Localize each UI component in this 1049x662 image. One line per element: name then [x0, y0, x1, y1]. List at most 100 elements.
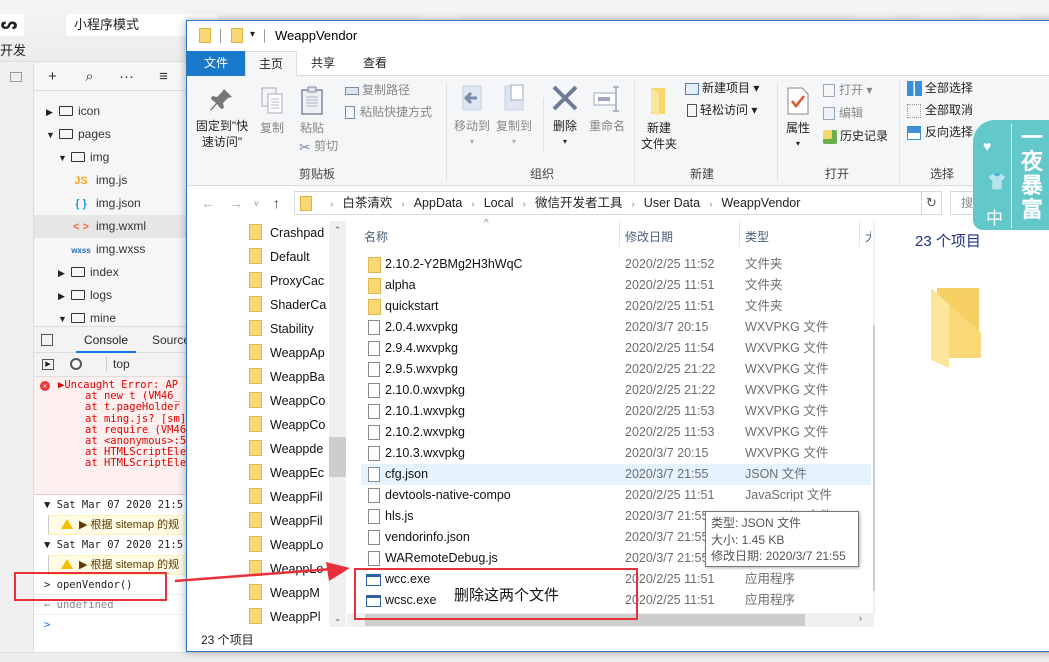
file-row[interactable]: 2.10.2-Y2BMg2H3hWqC 2020/2/25 11:52 文件夹 — [361, 254, 871, 275]
expanded-arrow-icon[interactable]: ▼ — [58, 147, 68, 170]
up-button[interactable]: ↑ — [273, 195, 280, 211]
context-select[interactable]: top — [106, 357, 130, 371]
select-all-button[interactable]: 全部选择 — [907, 80, 973, 97]
sidebar-toggle-icon[interactable]: ▶ — [42, 359, 54, 370]
breadcrumb-separator-icon[interactable]: › — [709, 199, 712, 210]
copy-to-button[interactable]: 复制到 ▾ — [494, 84, 534, 150]
column-separator[interactable] — [619, 221, 620, 247]
scroll-up-icon[interactable]: ⌃ — [329, 225, 346, 236]
tree-item[interactable]: ▶ index — [34, 261, 186, 284]
nav-folder-item[interactable]: Crashpad — [249, 221, 327, 245]
easy-access-button[interactable]: 轻松访问 ▾ — [685, 102, 757, 118]
clear-console-icon[interactable] — [70, 358, 82, 370]
nav-folder-item[interactable]: WeappPl — [249, 605, 327, 629]
nav-folder-item[interactable]: WeappFil — [249, 509, 327, 533]
file-row[interactable]: 2.9.5.wxvpkg 2020/2/25 21:22 WXVPKG 文件 — [361, 359, 871, 380]
breadcrumb-item[interactable]: Local — [484, 196, 514, 210]
nav-folder-item[interactable]: WeappLo — [249, 533, 327, 557]
error-stack-line[interactable]: ▶Uncaught Error: AP — [34, 380, 186, 391]
file-row[interactable]: cfg.json 2020/3/7 21:55 JSON 文件 — [361, 464, 871, 485]
column-size[interactable]: 大 — [865, 228, 871, 245]
nav-folder-item[interactable]: Stability — [249, 317, 327, 341]
collapse-icon[interactable]: ≡ — [145, 68, 182, 85]
tree-item[interactable]: JS img.js — [34, 169, 186, 192]
scroll-down-icon[interactable]: ⌄ — [329, 613, 346, 624]
history-button[interactable]: 历史记录 — [823, 128, 888, 144]
nav-folder-item[interactable]: WeappCo — [249, 389, 327, 413]
file-row[interactable]: 2.10.3.wxvpkg 2020/3/7 20:15 WXVPKG 文件 — [361, 443, 871, 464]
select-none-button[interactable]: 全部取消 — [907, 102, 973, 118]
tree-item[interactable]: ▶ icon — [34, 100, 186, 123]
new-folder-button[interactable]: 新建 文件夹 — [639, 86, 679, 152]
forward-button[interactable]: → — [229, 195, 243, 211]
breadcrumb-separator-icon[interactable]: › — [471, 199, 474, 210]
tree-item[interactable]: < > img.wxml — [34, 215, 186, 238]
nav-folder-item[interactable]: Default — [249, 245, 327, 269]
tab-file[interactable]: 文件 — [187, 51, 245, 76]
scroll-right-icon[interactable]: › — [852, 613, 869, 623]
breadcrumb-item[interactable]: WeappVendor — [721, 196, 800, 210]
paste-button[interactable]: 粘贴 — [297, 86, 327, 136]
address-bar[interactable]: › 白茶清欢 › AppData › Local › 微信开发者工具 › User Data › We… — [294, 191, 1022, 215]
column-type[interactable]: 类型 — [745, 228, 769, 245]
nav-folder-item[interactable]: ShaderCa — [249, 293, 327, 317]
breadcrumb-item[interactable]: User Data — [644, 196, 700, 210]
customize-quick-access-icon[interactable]: ▾ — [250, 29, 255, 40]
collapsed-arrow-icon[interactable]: ▶ — [58, 262, 68, 285]
new-item-button[interactable]: 新建项目 ▾ — [685, 80, 759, 96]
breadcrumb-item[interactable]: 微信开发者工具 — [535, 196, 623, 210]
column-name[interactable]: 名称 — [364, 228, 388, 245]
breadcrumb-separator-icon[interactable]: › — [631, 199, 634, 210]
invert-selection-button[interactable]: 反向选择 — [907, 124, 973, 140]
breadcrumb-separator-icon[interactable]: › — [401, 199, 404, 210]
breadcrumb-separator-icon[interactable]: › — [330, 199, 333, 210]
nav-folder-item[interactable]: WeappEc — [249, 461, 327, 485]
nav-folder-item[interactable]: Weappde — [249, 437, 327, 461]
search-icon[interactable]: ⌕ — [71, 68, 108, 85]
collapsed-arrow-icon[interactable]: ▶ — [46, 101, 56, 124]
file-row[interactable]: 2.10.1.wxvpkg 2020/2/25 11:53 WXVPKG 文件 — [361, 401, 871, 422]
file-row[interactable]: devtools-native-compo 2020/2/25 11:51 Java… — [361, 485, 871, 506]
refresh-button[interactable]: ↻ — [922, 191, 942, 215]
window-icon[interactable] — [10, 72, 22, 82]
edit-button[interactable]: 编辑 — [823, 105, 863, 121]
breadcrumb-item[interactable]: AppData — [414, 196, 463, 210]
column-separator[interactable] — [739, 221, 740, 247]
move-to-button[interactable]: 移动到 ▾ — [452, 84, 492, 150]
breadcrumb-separator-icon[interactable]: › — [523, 199, 526, 210]
column-separator[interactable] — [859, 221, 860, 247]
file-row[interactable]: 2.0.4.wxvpkg 2020/3/7 20:15 WXVPKG 文件 — [361, 317, 871, 338]
tree-item[interactable]: ▼ img — [34, 146, 186, 169]
column-date[interactable]: 修改日期 — [625, 228, 673, 245]
recent-locations-button[interactable]: ∨ — [253, 198, 260, 209]
delete-button[interactable]: 删除 ▾ — [549, 84, 581, 150]
cut-button[interactable]: ✂ 剪切 — [299, 138, 338, 155]
tree-item[interactable]: { } img.json — [34, 192, 186, 215]
tab-home[interactable]: 主页 — [245, 51, 297, 77]
inspect-icon[interactable] — [41, 334, 53, 346]
copy-button[interactable]: 复制 — [257, 86, 287, 136]
nav-folder-item[interactable]: WeappAp — [249, 341, 327, 365]
tab-view[interactable]: 查看 — [351, 51, 399, 76]
tab-console[interactable]: Console — [76, 327, 136, 353]
tree-item[interactable]: wxss img.wxss — [34, 238, 186, 261]
nav-folder-item[interactable]: WeappFil — [249, 485, 327, 509]
breadcrumb-item[interactable]: 白茶清欢 — [342, 196, 392, 210]
open-button[interactable]: 打开 ▾ — [823, 82, 872, 98]
more-icon[interactable]: ··· — [108, 68, 145, 85]
expanded-arrow-icon[interactable]: ▼ — [46, 124, 56, 147]
quick-access-folder-icon[interactable] — [231, 28, 243, 43]
properties-button[interactable]: 属性 ▾ — [781, 86, 815, 152]
nav-scroll-thumb[interactable] — [329, 437, 346, 477]
pin-quick-access-button[interactable]: 固定到"快 速访问" — [193, 86, 251, 150]
nav-folder-item[interactable]: WeappBa — [249, 365, 327, 389]
tree-item[interactable]: ▼ pages — [34, 123, 186, 146]
add-icon[interactable]: + — [34, 68, 71, 85]
file-row[interactable]: 2.9.4.wxvpkg 2020/2/25 11:54 WXVPKG 文件 — [361, 338, 871, 359]
file-row[interactable]: quickstart 2020/2/25 11:51 文件夹 — [361, 296, 871, 317]
log-group-header[interactable]: ▼ Sat Mar 07 2020 21:5 — [34, 495, 186, 515]
log-group-header[interactable]: ▼ Sat Mar 07 2020 21:5 — [34, 535, 186, 555]
file-row[interactable]: 2.10.2.wxvpkg 2020/2/25 11:53 WXVPKG 文件 — [361, 422, 871, 443]
back-button[interactable]: ← — [201, 195, 215, 211]
paste-shortcut-button[interactable]: 粘贴快捷方式 — [345, 104, 432, 120]
